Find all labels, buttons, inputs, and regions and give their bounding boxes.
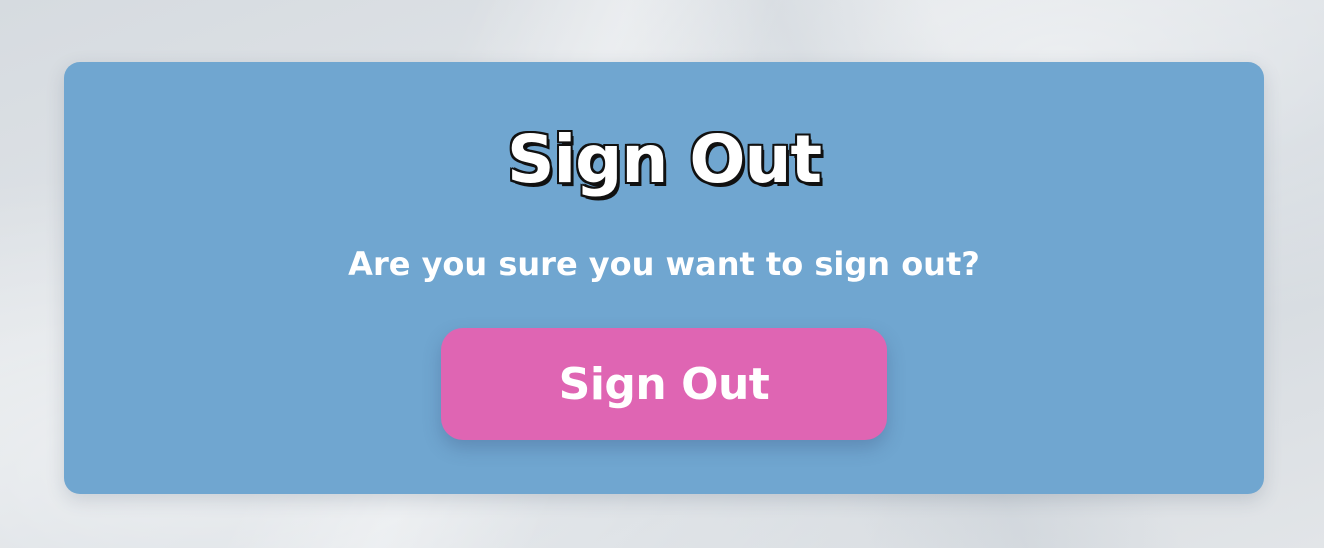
dialog-title: Sign Out [506, 121, 822, 198]
confirmation-message: Are you sure you want to sign out? [348, 245, 980, 283]
sign-out-button[interactable]: Sign Out [441, 328, 887, 440]
sign-out-dialog: Sign Out Are you sure you want to sign o… [64, 62, 1264, 494]
